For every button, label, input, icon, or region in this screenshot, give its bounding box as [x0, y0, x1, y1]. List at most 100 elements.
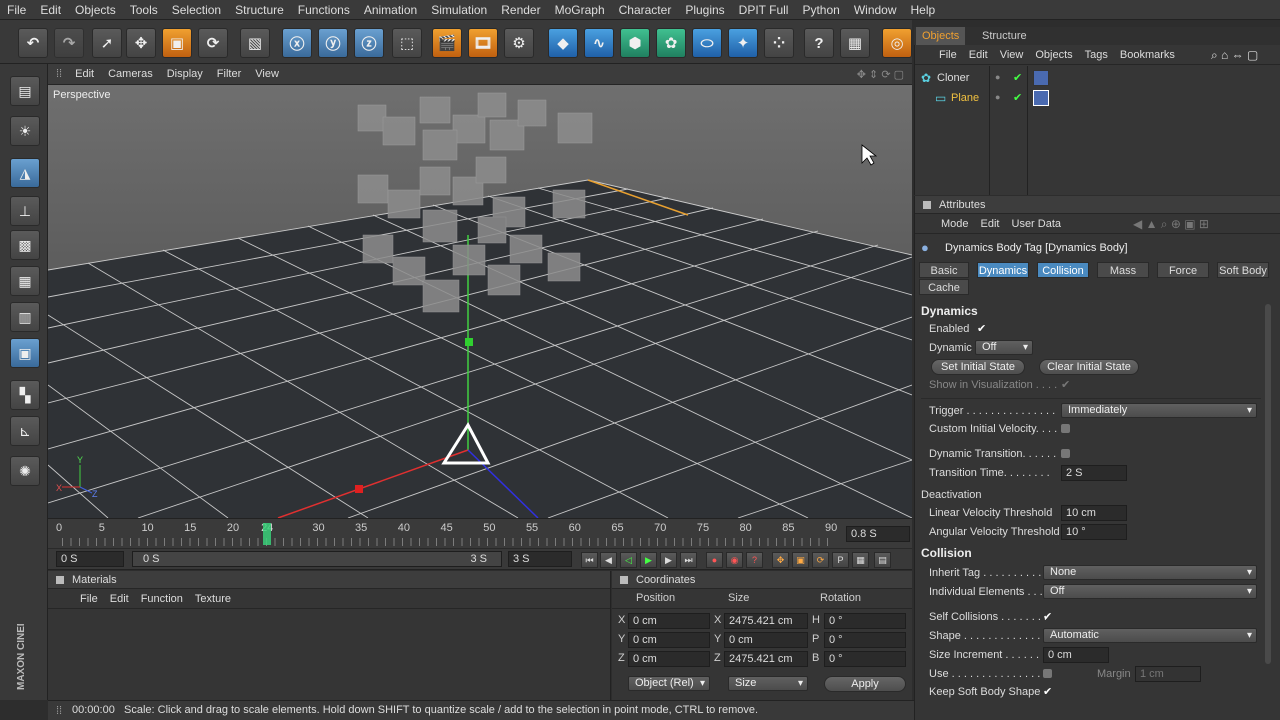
- menu-help[interactable]: Help: [904, 0, 943, 20]
- layout-switch-icon[interactable]: ▤: [10, 76, 40, 106]
- subdivision-icon[interactable]: ⬢: [620, 28, 650, 58]
- last-tool-icon[interactable]: ▧: [240, 28, 270, 58]
- viewport[interactable]: Y X Z Perspective: [48, 85, 912, 518]
- tab-objects[interactable]: Objects: [916, 27, 966, 45]
- menu-dpit-full[interactable]: DPIT Full: [732, 0, 796, 20]
- redo-icon[interactable]: ↷: [54, 28, 84, 58]
- tab-dynamics[interactable]: Dynamics: [977, 262, 1029, 278]
- z-axis-lock-icon[interactable]: ⓩ: [354, 28, 384, 58]
- custom-initial-velocity-checkbox[interactable]: [1061, 424, 1070, 433]
- menu-functions[interactable]: Functions: [291, 0, 357, 20]
- points-mode-icon[interactable]: ▦: [10, 266, 40, 296]
- goto-end-icon[interactable]: ⏭: [680, 552, 697, 568]
- x-axis-lock-icon[interactable]: ⓧ: [282, 28, 312, 58]
- coord-size-dropdown[interactable]: Size: [728, 676, 808, 691]
- individual-elements-dropdown[interactable]: Off: [1043, 584, 1257, 599]
- tab-force[interactable]: Force: [1157, 262, 1209, 278]
- tab-collision[interactable]: Collision: [1037, 262, 1089, 278]
- materials-menu-edit[interactable]: Edit: [104, 593, 135, 605]
- menu-objects[interactable]: Objects: [68, 0, 123, 20]
- enabled-check-icon[interactable]: ✔: [1013, 71, 1022, 84]
- position-y-field[interactable]: 0 cm: [628, 632, 710, 648]
- transition-time-field[interactable]: 2 S: [1061, 465, 1127, 481]
- visibility-dots-icon[interactable]: ●: [995, 72, 1000, 82]
- menu-render[interactable]: Render: [494, 0, 547, 20]
- set-initial-state-button[interactable]: Set Initial State: [931, 359, 1025, 375]
- key-pla-icon[interactable]: ▦: [852, 552, 869, 568]
- viewport-menu-edit[interactable]: Edit: [68, 68, 101, 80]
- object-tag-icon[interactable]: [1033, 70, 1049, 86]
- cube-icon[interactable]: ◆: [548, 28, 578, 58]
- size-y-field[interactable]: 0 cm: [724, 632, 808, 648]
- object-mode-icon[interactable]: ⊥: [10, 196, 40, 226]
- timeline-end-field[interactable]: 0.8 S: [846, 526, 910, 542]
- attributes-menu-mode[interactable]: Mode: [935, 218, 975, 230]
- materials-menu-function[interactable]: Function: [135, 593, 189, 605]
- menu-character[interactable]: Character: [612, 0, 679, 20]
- angular-velocity-field[interactable]: 10 °: [1061, 524, 1127, 540]
- make-editable-icon[interactable]: ☀: [10, 116, 40, 146]
- prev-key-icon[interactable]: ◀: [600, 552, 617, 568]
- objects-menu-edit[interactable]: Edit: [963, 49, 994, 61]
- materials-menu-file[interactable]: File: [74, 593, 104, 605]
- inherit-tag-dropdown[interactable]: None: [1043, 565, 1257, 580]
- viewport-nav-icons[interactable]: ✥ ⇕ ⟳ ▢: [857, 68, 904, 81]
- dynamic-transition-checkbox[interactable]: [1061, 449, 1070, 458]
- tab-cache[interactable]: Cache: [919, 279, 969, 295]
- rotate-icon[interactable]: ⟳: [198, 28, 228, 58]
- timeline-window-icon[interactable]: ▤: [874, 552, 891, 568]
- tab-mass[interactable]: Mass: [1097, 262, 1149, 278]
- menu-window[interactable]: Window: [847, 0, 904, 20]
- autokey-icon[interactable]: ◉: [726, 552, 743, 568]
- spline-icon[interactable]: ∿: [584, 28, 614, 58]
- attributes-scrollbar[interactable]: [1265, 304, 1271, 664]
- scale-icon[interactable]: ▣: [162, 28, 192, 58]
- visibility-dots-icon[interactable]: ●: [995, 92, 1000, 102]
- goto-start-icon[interactable]: ⏮: [581, 552, 598, 568]
- size-increment-field[interactable]: 0 cm: [1043, 647, 1109, 663]
- menu-simulation[interactable]: Simulation: [424, 0, 494, 20]
- timeline-ruler[interactable]: 051015202430354045505560657075808590 0.8…: [48, 518, 912, 548]
- menu-animation[interactable]: Animation: [357, 0, 424, 20]
- web-icon[interactable]: ◎: [882, 28, 912, 58]
- play-backward-icon[interactable]: ◁: [620, 552, 637, 568]
- polygons-mode-icon[interactable]: ▣: [10, 338, 40, 368]
- viewport-menu-view[interactable]: View: [248, 68, 286, 80]
- texture-mode-icon[interactable]: ▩: [10, 230, 40, 260]
- apply-button[interactable]: Apply: [824, 676, 906, 692]
- snap-icon[interactable]: ✺: [10, 456, 40, 486]
- size-z-field[interactable]: 2475.421 cm: [724, 651, 808, 667]
- position-x-field[interactable]: 0 cm: [628, 613, 710, 629]
- keyframe-selection-icon[interactable]: ?: [746, 552, 763, 568]
- record-keys-icon[interactable]: ●: [706, 552, 723, 568]
- tab-structure[interactable]: Structure: [976, 27, 1033, 45]
- object-row-plane[interactable]: ▭ Plane ● ✔: [915, 89, 1280, 109]
- objects-menu-objects[interactable]: Objects: [1029, 49, 1078, 61]
- play-forward-icon[interactable]: ▶: [640, 552, 657, 568]
- render-settings-icon[interactable]: ⚙: [504, 28, 534, 58]
- keep-soft-body-shape-checkbox[interactable]: ✔: [1043, 685, 1052, 698]
- select-icon[interactable]: ➚: [92, 28, 122, 58]
- enabled-checkbox[interactable]: ✔: [977, 322, 986, 335]
- menu-tools[interactable]: Tools: [123, 0, 165, 20]
- objects-menu-tags[interactable]: Tags: [1079, 49, 1114, 61]
- key-position-icon[interactable]: ✥: [772, 552, 789, 568]
- key-scale-icon[interactable]: ▣: [792, 552, 809, 568]
- object-tag-icon[interactable]: [1033, 90, 1049, 106]
- objects-menu-view[interactable]: View: [994, 49, 1030, 61]
- playhead-marker[interactable]: [263, 523, 272, 545]
- y-axis-lock-icon[interactable]: ⓨ: [318, 28, 348, 58]
- menu-mograph[interactable]: MoGraph: [548, 0, 612, 20]
- particles-icon[interactable]: ⁘: [764, 28, 794, 58]
- deformer-icon[interactable]: ⬭: [692, 28, 722, 58]
- edges-mode-icon[interactable]: ▥: [10, 302, 40, 332]
- key-parameter-icon[interactable]: P: [832, 552, 849, 568]
- self-collisions-checkbox[interactable]: ✔: [1043, 610, 1052, 623]
- objects-menu-file[interactable]: File: [933, 49, 963, 61]
- enabled-check-icon[interactable]: ✔: [1013, 91, 1022, 104]
- linear-velocity-field[interactable]: 10 cm: [1061, 505, 1127, 521]
- clear-initial-state-button[interactable]: Clear Initial State: [1039, 359, 1139, 375]
- materials-menu-texture[interactable]: Texture: [189, 593, 237, 605]
- attributes-menu-user-data[interactable]: User Data: [1006, 218, 1068, 230]
- scene-icon[interactable]: ✦: [728, 28, 758, 58]
